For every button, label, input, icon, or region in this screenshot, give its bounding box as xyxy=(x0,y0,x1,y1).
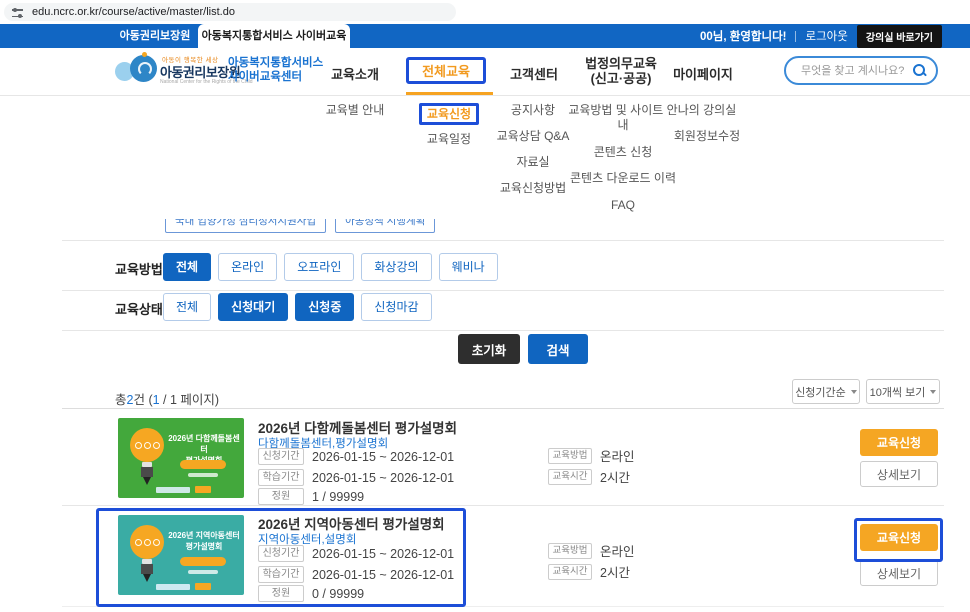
site-logo[interactable]: 아동이 행복한 세상 아동권리보장원 National Center for t… xyxy=(112,50,332,94)
site-info-icon[interactable] xyxy=(12,7,24,17)
results-summary: 총2건 (1 / 1 페이지) xyxy=(115,389,219,408)
tab-ncrc-main[interactable]: 아동권리보장원 xyxy=(108,24,202,48)
filter-method-all[interactable]: 전체 xyxy=(163,253,211,281)
course-title[interactable]: 2026년 다함께돌봄센터 평가설명회 xyxy=(258,417,457,437)
site-name: 아동복지통합서비스사이버교육센터 xyxy=(228,57,323,84)
lightbulb-icon xyxy=(130,525,164,559)
course-title[interactable]: 2026년 지역아동센터 평가설명회 xyxy=(258,513,445,533)
apply-button[interactable]: 교육신청 xyxy=(860,524,938,551)
address-bar[interactable]: edu.ncrc.or.kr/course/active/master/list… xyxy=(4,3,456,21)
thumbnail-date-badge xyxy=(180,557,226,566)
apply-button[interactable]: 교육신청 xyxy=(860,429,938,456)
course-hours-row: 교육시간 2시간 xyxy=(548,467,630,486)
thumbnail-logos xyxy=(156,583,211,590)
nav-item-all-courses[interactable]: 전체교육 xyxy=(406,57,486,84)
filter-status-waiting[interactable]: 신청대기 xyxy=(218,293,288,321)
course-capacity-row: 정원 0 / 99999 xyxy=(258,585,364,602)
chevron-down-icon xyxy=(930,390,936,394)
lightbulb-icon xyxy=(130,428,164,462)
filter-method-offline[interactable]: 오프라인 xyxy=(284,253,354,281)
course-thumbnail[interactable]: 2026년 다함께돌봄센터평가설명회 xyxy=(118,418,244,498)
course-apply-period-row: 신청기간 2026-01-15 ~ 2026-12-01 xyxy=(258,545,454,562)
thumbnail-logos xyxy=(156,486,211,493)
course-learn-period-row: 학습기간 2026-01-15 ~ 2026-12-01 xyxy=(258,469,454,486)
divider xyxy=(62,505,944,506)
reset-button[interactable]: 초기화 xyxy=(458,334,520,364)
thumbnail-title: 2026년 지역아동센터평가설명회 xyxy=(168,530,240,552)
thumbnail-time-text xyxy=(188,473,218,477)
topbar-user-area: 00님, 환영합니다! 로그아웃 강의실 바로가기 xyxy=(700,24,942,48)
site-search-box xyxy=(784,56,938,85)
keyword-button-child-policy[interactable]: 아동정책 시행계획 xyxy=(335,219,435,233)
filter-status-open[interactable]: 신청중 xyxy=(295,293,354,321)
nav-item-customer-center[interactable]: 고객센터 xyxy=(508,64,560,83)
filter-method-options: 전체 온라인 오프라인 화상강의 웨비나 xyxy=(163,253,498,281)
filter-method-video[interactable]: 화상강의 xyxy=(361,253,431,281)
keyword-button-strip: 국내 입양가정 심리정서지원사업 아동정책 시행계획 xyxy=(165,219,435,236)
page-number: 1 xyxy=(153,393,160,407)
search-icon[interactable] xyxy=(913,64,926,77)
divider xyxy=(62,606,944,607)
thumbnail-date-badge xyxy=(180,460,226,469)
browser-url-bar: edu.ncrc.or.kr/course/active/master/list… xyxy=(0,0,970,24)
course-hours-row: 교육시간 2시간 xyxy=(548,562,630,581)
divider xyxy=(62,290,944,291)
site-header: 아동이 행복한 세상 아동권리보장원 National Center for t… xyxy=(0,48,970,96)
pencil-tip xyxy=(143,574,151,582)
filter-method-online[interactable]: 온라인 xyxy=(218,253,277,281)
course-apply-period-row: 신청기간 2026-01-15 ~ 2026-12-01 xyxy=(258,448,454,465)
nav-item-legal-education[interactable]: 법정의무교육 (신고·공공) xyxy=(581,56,661,86)
url-text: edu.ncrc.or.kr/course/active/master/list… xyxy=(32,6,235,18)
menu-item-content-download-history[interactable]: 콘텐츠 다운로드 이력 xyxy=(568,171,678,186)
classroom-shortcut-button[interactable]: 강의실 바로가기 xyxy=(857,25,942,48)
page-size-dropdown[interactable]: 10개씩 보기 xyxy=(866,379,940,404)
menu-item-my-classroom[interactable]: 나의 강의실 xyxy=(647,103,767,117)
filter-method-webinar[interactable]: 웨비나 xyxy=(439,253,498,281)
divider xyxy=(62,240,944,241)
logo-child-icon xyxy=(130,55,157,82)
filter-status-closed[interactable]: 신청마감 xyxy=(361,293,431,321)
search-button[interactable]: 검색 xyxy=(528,334,588,364)
filter-label-method: 교육방법 xyxy=(115,259,163,278)
divider xyxy=(62,330,944,331)
divider xyxy=(795,31,796,42)
nav-item-all-courses-label: 전체교육 xyxy=(422,61,470,80)
welcome-message: 00님, 환영합니다! xyxy=(700,28,787,44)
keyword-button-adoption-support[interactable]: 국내 입양가정 심리정서지원사업 xyxy=(165,219,326,233)
pencil-tip xyxy=(143,477,151,485)
tab-cyber-education[interactable]: 아동복지통합서비스 사이버교육센터 xyxy=(198,24,350,48)
sort-order-dropdown[interactable]: 신청기간순 xyxy=(792,379,860,404)
detail-button[interactable]: 상세보기 xyxy=(860,560,938,586)
detail-button[interactable]: 상세보기 xyxy=(860,461,938,487)
filter-label-status: 교육상태 xyxy=(115,299,163,318)
chevron-down-icon xyxy=(851,390,857,394)
megamenu-col-mypage: 나의 강의실 회원정보수정 xyxy=(647,103,767,155)
pencil-icon xyxy=(141,467,153,477)
course-method-row: 교육방법 온라인 xyxy=(548,446,635,465)
thumbnail-time-text xyxy=(188,570,218,574)
search-input[interactable] xyxy=(799,64,913,78)
nav-item-mypage[interactable]: 마이페이지 xyxy=(670,64,736,83)
nav-item-intro[interactable]: 교육소개 xyxy=(329,64,381,83)
logo-heart-icon xyxy=(142,52,147,57)
logout-link[interactable]: 로그아웃 xyxy=(805,28,847,44)
course-capacity-row: 정원 1 / 99999 xyxy=(258,488,364,505)
course-thumbnail[interactable]: 2026년 지역아동센터평가설명회 xyxy=(118,515,244,595)
nav-active-underline xyxy=(406,92,493,95)
menu-item-member-info[interactable]: 회원정보수정 xyxy=(647,129,767,143)
divider xyxy=(62,408,944,409)
filter-status-options: 전체 신청대기 신청중 신청마감 xyxy=(163,293,432,321)
site-top-bar: 아동권리보장원 아동복지통합서비스 사이버교육센터 00님, 환영합니다! 로그… xyxy=(0,24,970,48)
course-learn-period-row: 학습기간 2026-01-15 ~ 2026-12-01 xyxy=(258,566,454,583)
course-method-row: 교육방법 온라인 xyxy=(548,541,635,560)
filter-status-all[interactable]: 전체 xyxy=(163,293,211,321)
menu-item-faq[interactable]: FAQ xyxy=(568,198,678,212)
pencil-icon xyxy=(141,564,153,574)
